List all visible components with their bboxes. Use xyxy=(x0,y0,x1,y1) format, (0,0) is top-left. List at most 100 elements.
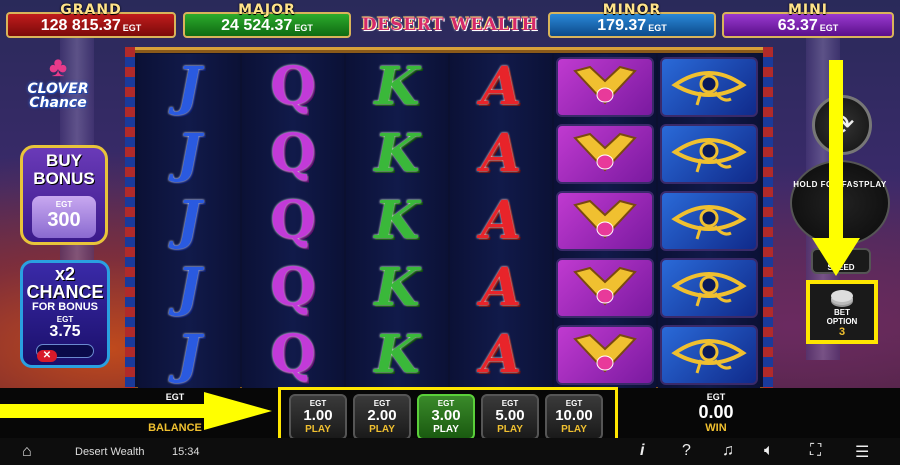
reel-cell: J xyxy=(138,121,240,186)
symbol-k: K xyxy=(374,190,420,251)
jackpot-major-value: 24 524.37 xyxy=(221,17,293,34)
win-display: EGT 0.00 WIN xyxy=(680,392,752,434)
reel-cell xyxy=(554,323,656,388)
jackpot-major-title: MAJOR xyxy=(238,2,296,18)
bet-amount: 5.00 xyxy=(495,407,525,424)
mask-symbol-icon xyxy=(556,325,654,386)
reel-cell: A xyxy=(450,121,552,186)
reel-cell: J xyxy=(138,256,240,321)
reel-cell: J xyxy=(138,54,240,119)
reel-1: JJJJJ xyxy=(138,54,240,388)
bet-button-1[interactable]: EGT 1.00 PLAY xyxy=(289,394,347,440)
mask-symbol-icon xyxy=(556,191,654,251)
symbol-j: J xyxy=(176,55,202,117)
sound-icon[interactable]: 🔈︎ xyxy=(764,442,774,460)
symbol-k: K xyxy=(374,122,420,184)
annotation-arrowhead-vertical xyxy=(812,238,860,276)
win-value: 0.00 xyxy=(698,402,734,422)
reel-cell: K xyxy=(346,121,448,186)
bet-option-label2: OPTION xyxy=(826,317,858,326)
clock: 15:34 xyxy=(172,445,200,458)
symbol-a: A xyxy=(480,324,522,386)
bet-option-label1: BET xyxy=(834,308,850,317)
bet-option-button[interactable]: BET OPTION 3 xyxy=(806,280,878,344)
symbol-a: A xyxy=(480,122,522,184)
jackpot-grand-unit: EGT xyxy=(122,23,142,33)
jackpot-mini: MINI 63.37 EGT xyxy=(722,2,894,38)
reel-cell: A xyxy=(450,54,552,119)
game-logo: DESERT WEALTH xyxy=(361,15,539,35)
game-title: Desert Wealth xyxy=(75,445,145,458)
annotation-arrowhead-horizontal xyxy=(204,392,272,430)
bet-option-value: 3 xyxy=(838,326,846,338)
mask-symbol-icon xyxy=(556,123,654,184)
reel-cell xyxy=(658,188,760,253)
symbol-k: K xyxy=(374,257,420,319)
reel-frame-border-left xyxy=(125,47,135,393)
symbol-a: A xyxy=(480,190,522,251)
bet-button-4[interactable]: EGT 5.00 PLAY xyxy=(481,394,539,440)
mask-symbol-icon xyxy=(556,258,654,319)
fullscreen-icon[interactable]: ⛶ xyxy=(810,442,821,460)
jackpot-grand-title: GRAND xyxy=(60,2,122,18)
reel-6 xyxy=(658,54,760,388)
reel-cell: J xyxy=(138,188,240,253)
reel-cell: A xyxy=(450,188,552,253)
reel-cell xyxy=(554,54,656,119)
eye-of-horus-icon xyxy=(660,325,758,386)
home-icon[interactable]: ⌂ xyxy=(22,443,32,461)
buy-bonus-value: 300 xyxy=(47,209,81,231)
eye-of-horus-icon xyxy=(660,191,758,251)
eye-of-horus-icon xyxy=(660,56,758,117)
symbol-j: J xyxy=(176,324,202,386)
jackpot-minor-unit: EGT xyxy=(648,23,667,33)
bet-button-2[interactable]: EGT 2.00 PLAY xyxy=(353,394,411,440)
reel-frame-border-right xyxy=(763,47,773,393)
reel-cell xyxy=(658,121,760,186)
annotation-arrow-horizontal xyxy=(0,404,210,418)
menu-icon[interactable]: ☰ xyxy=(855,442,869,462)
music-icon[interactable]: ♫ xyxy=(722,442,734,460)
buy-bonus-button[interactable]: BUY BONUS EGT 300 xyxy=(20,145,108,245)
reel-cell: K xyxy=(346,54,448,119)
symbol-q: Q xyxy=(270,55,316,117)
reel-cell: K xyxy=(346,188,448,253)
symbol-q: Q xyxy=(270,122,316,184)
chips-icon xyxy=(831,290,853,302)
reel-cell: Q xyxy=(242,54,344,119)
symbol-k: K xyxy=(374,324,420,386)
jackpot-mini-unit: EGT xyxy=(819,23,839,33)
bet-play-label: PLAY xyxy=(497,424,523,435)
reel-cell xyxy=(554,121,656,186)
reel-cell: A xyxy=(450,323,552,388)
buy-bonus-line1: BUY xyxy=(46,151,82,170)
symbol-k: K xyxy=(374,55,420,117)
clover-icon: ♣ xyxy=(48,51,68,82)
bet-button-5[interactable]: EGT 10.00 PLAY xyxy=(545,394,603,440)
jackpot-mini-title: MINI xyxy=(787,2,829,18)
bet-amount: 2.00 xyxy=(367,407,397,424)
chance-toggle[interactable]: ✕ xyxy=(36,344,94,362)
reel-cell xyxy=(658,256,760,321)
reel-cell: J xyxy=(138,323,240,388)
bet-amount: 10.00 xyxy=(555,407,593,424)
chance-panel: x2 CHANCE FOR BONUS EGT 3.75 ✕ xyxy=(20,260,110,368)
buy-bonus-line2: BONUS xyxy=(33,169,95,188)
info-icon[interactable]: i xyxy=(640,442,644,460)
symbol-a: A xyxy=(480,257,522,319)
bet-play-label: PLAY xyxy=(561,424,587,435)
jackpot-grand-value: 128 815.37 xyxy=(40,17,121,34)
jackpot-mini-value: 63.37 xyxy=(777,17,818,34)
reel-cell xyxy=(554,256,656,321)
help-icon[interactable]: ? xyxy=(682,442,691,460)
symbol-q: Q xyxy=(270,324,316,386)
clover-line2: Chance xyxy=(29,95,87,111)
reels-grid: JJJJJQQQQQKKKKKAAAAA xyxy=(138,54,760,388)
chance-subtitle: FOR BONUS xyxy=(32,301,98,313)
jackpot-major: MAJOR 24 524.37 EGT xyxy=(183,2,351,38)
bet-button-3[interactable]: EGT 3.00 PLAY xyxy=(417,394,475,440)
buy-bonus-price: EGT 300 xyxy=(32,196,96,238)
eye-of-horus-icon xyxy=(660,258,758,319)
jackpot-major-unit: EGT xyxy=(294,23,313,33)
reel-3: KKKKK xyxy=(346,54,448,388)
